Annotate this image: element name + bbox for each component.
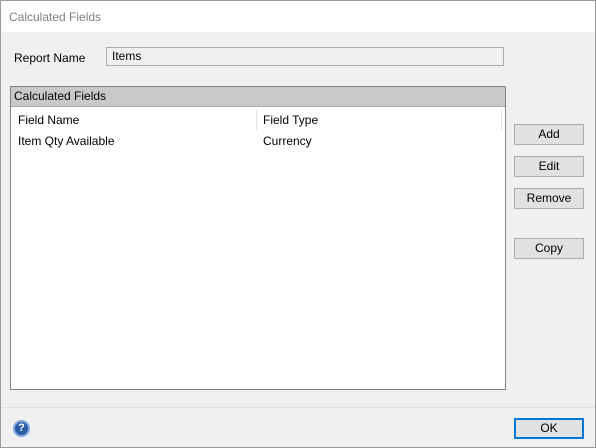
edit-button[interactable]: Edit bbox=[514, 156, 584, 177]
copy-button[interactable]: Copy bbox=[514, 238, 584, 259]
field-name-cell: Item Qty Available bbox=[18, 134, 115, 148]
window-title: Calculated Fields bbox=[9, 10, 102, 24]
report-name-field: Items bbox=[106, 47, 504, 66]
help-icon[interactable]: ? bbox=[13, 420, 30, 437]
report-name-label: Report Name bbox=[14, 51, 86, 65]
field-type-cell: Currency bbox=[263, 134, 312, 148]
list-header: Field Name Field Type bbox=[11, 108, 505, 132]
footer-divider bbox=[1, 407, 595, 408]
column-header-field-type[interactable]: Field Type bbox=[263, 114, 318, 127]
ok-button[interactable]: OK bbox=[514, 418, 584, 439]
column-header-field-name[interactable]: Field Name bbox=[18, 114, 79, 127]
calculated-fields-window: Calculated Fields Report Name Items Calc… bbox=[0, 0, 596, 448]
add-button[interactable]: Add bbox=[514, 124, 584, 145]
title-bar: Calculated Fields bbox=[1, 1, 595, 32]
remove-button[interactable]: Remove bbox=[514, 188, 584, 209]
column-separator[interactable] bbox=[501, 110, 502, 130]
list-row[interactable]: Item Qty Available Currency bbox=[11, 132, 505, 152]
column-separator[interactable] bbox=[256, 110, 257, 130]
list-caption: Calculated Fields bbox=[11, 87, 505, 107]
calculated-fields-list[interactable]: Calculated Fields Field Name Field Type … bbox=[10, 86, 506, 390]
